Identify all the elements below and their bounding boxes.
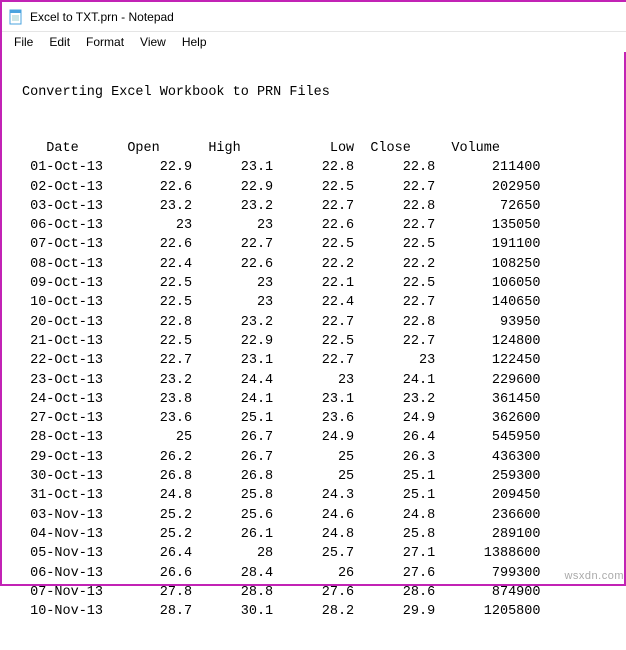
table-row: 08-Oct-13 22.4 22.6 22.2 22.2 108250 bbox=[22, 255, 618, 274]
table-row: 06-Nov-13 26.6 28.4 26 27.6 799300 bbox=[22, 564, 618, 583]
titlebar: Excel to TXT.prn - Notepad bbox=[2, 2, 626, 32]
table-row: 01-Oct-13 22.9 23.1 22.8 22.8 211400 bbox=[22, 158, 618, 177]
data-table: Date Open High Low Close Volume 01-Oct-1… bbox=[22, 139, 618, 621]
table-row: 20-Oct-13 22.8 23.2 22.7 22.8 93950 bbox=[22, 313, 618, 332]
table-row: 03-Oct-13 23.2 23.2 22.7 22.8 72650 bbox=[22, 197, 618, 216]
table-row: 22-Oct-13 22.7 23.1 22.7 23 122450 bbox=[22, 351, 618, 370]
table-row: 10-Oct-13 22.5 23 22.4 22.7 140650 bbox=[22, 293, 618, 312]
table-row: 03-Nov-13 25.2 25.6 24.6 24.8 236600 bbox=[22, 506, 618, 525]
table-row: 04-Nov-13 25.2 26.1 24.8 25.8 289100 bbox=[22, 525, 618, 544]
document-heading: Converting Excel Workbook to PRN Files bbox=[22, 83, 618, 102]
menu-edit[interactable]: Edit bbox=[41, 33, 78, 51]
table-row: 30-Oct-13 26.8 26.8 25 25.1 259300 bbox=[22, 467, 618, 486]
menu-view[interactable]: View bbox=[132, 33, 174, 51]
table-row: 24-Oct-13 23.8 24.1 23.1 23.2 361450 bbox=[22, 390, 618, 409]
table-row: 28-Oct-13 25 26.7 24.9 26.4 545950 bbox=[22, 428, 618, 447]
table-row: 31-Oct-13 24.8 25.8 24.3 25.1 209450 bbox=[22, 486, 618, 505]
menu-help[interactable]: Help bbox=[174, 33, 215, 51]
menu-file[interactable]: File bbox=[6, 33, 41, 51]
table-row: 29-Oct-13 26.2 26.7 25 26.3 436300 bbox=[22, 448, 618, 467]
text-area[interactable]: Converting Excel Workbook to PRN Files D… bbox=[2, 52, 626, 650]
watermark: wsxdn.com bbox=[564, 570, 624, 582]
table-row: 06-Oct-13 23 23 22.6 22.7 135050 bbox=[22, 216, 618, 235]
menu-format[interactable]: Format bbox=[78, 33, 132, 51]
table-row: 07-Oct-13 22.6 22.7 22.5 22.5 191100 bbox=[22, 235, 618, 254]
table-row: 10-Nov-13 28.7 30.1 28.2 29.9 1205800 bbox=[22, 602, 618, 621]
table-row: 23-Oct-13 23.2 24.4 23 24.1 229600 bbox=[22, 371, 618, 390]
table-row: 02-Oct-13 22.6 22.9 22.5 22.7 202950 bbox=[22, 178, 618, 197]
window-title: Excel to TXT.prn - Notepad bbox=[30, 10, 174, 24]
table-row: 21-Oct-13 22.5 22.9 22.5 22.7 124800 bbox=[22, 332, 618, 351]
menubar: File Edit Format View Help bbox=[2, 32, 626, 52]
table-row: 05-Nov-13 26.4 28 25.7 27.1 1388600 bbox=[22, 544, 618, 563]
notepad-icon bbox=[8, 9, 24, 25]
table-header-row: Date Open High Low Close Volume bbox=[22, 139, 618, 158]
table-row: 09-Oct-13 22.5 23 22.1 22.5 106050 bbox=[22, 274, 618, 293]
table-row: 27-Oct-13 23.6 25.1 23.6 24.9 362600 bbox=[22, 409, 618, 428]
